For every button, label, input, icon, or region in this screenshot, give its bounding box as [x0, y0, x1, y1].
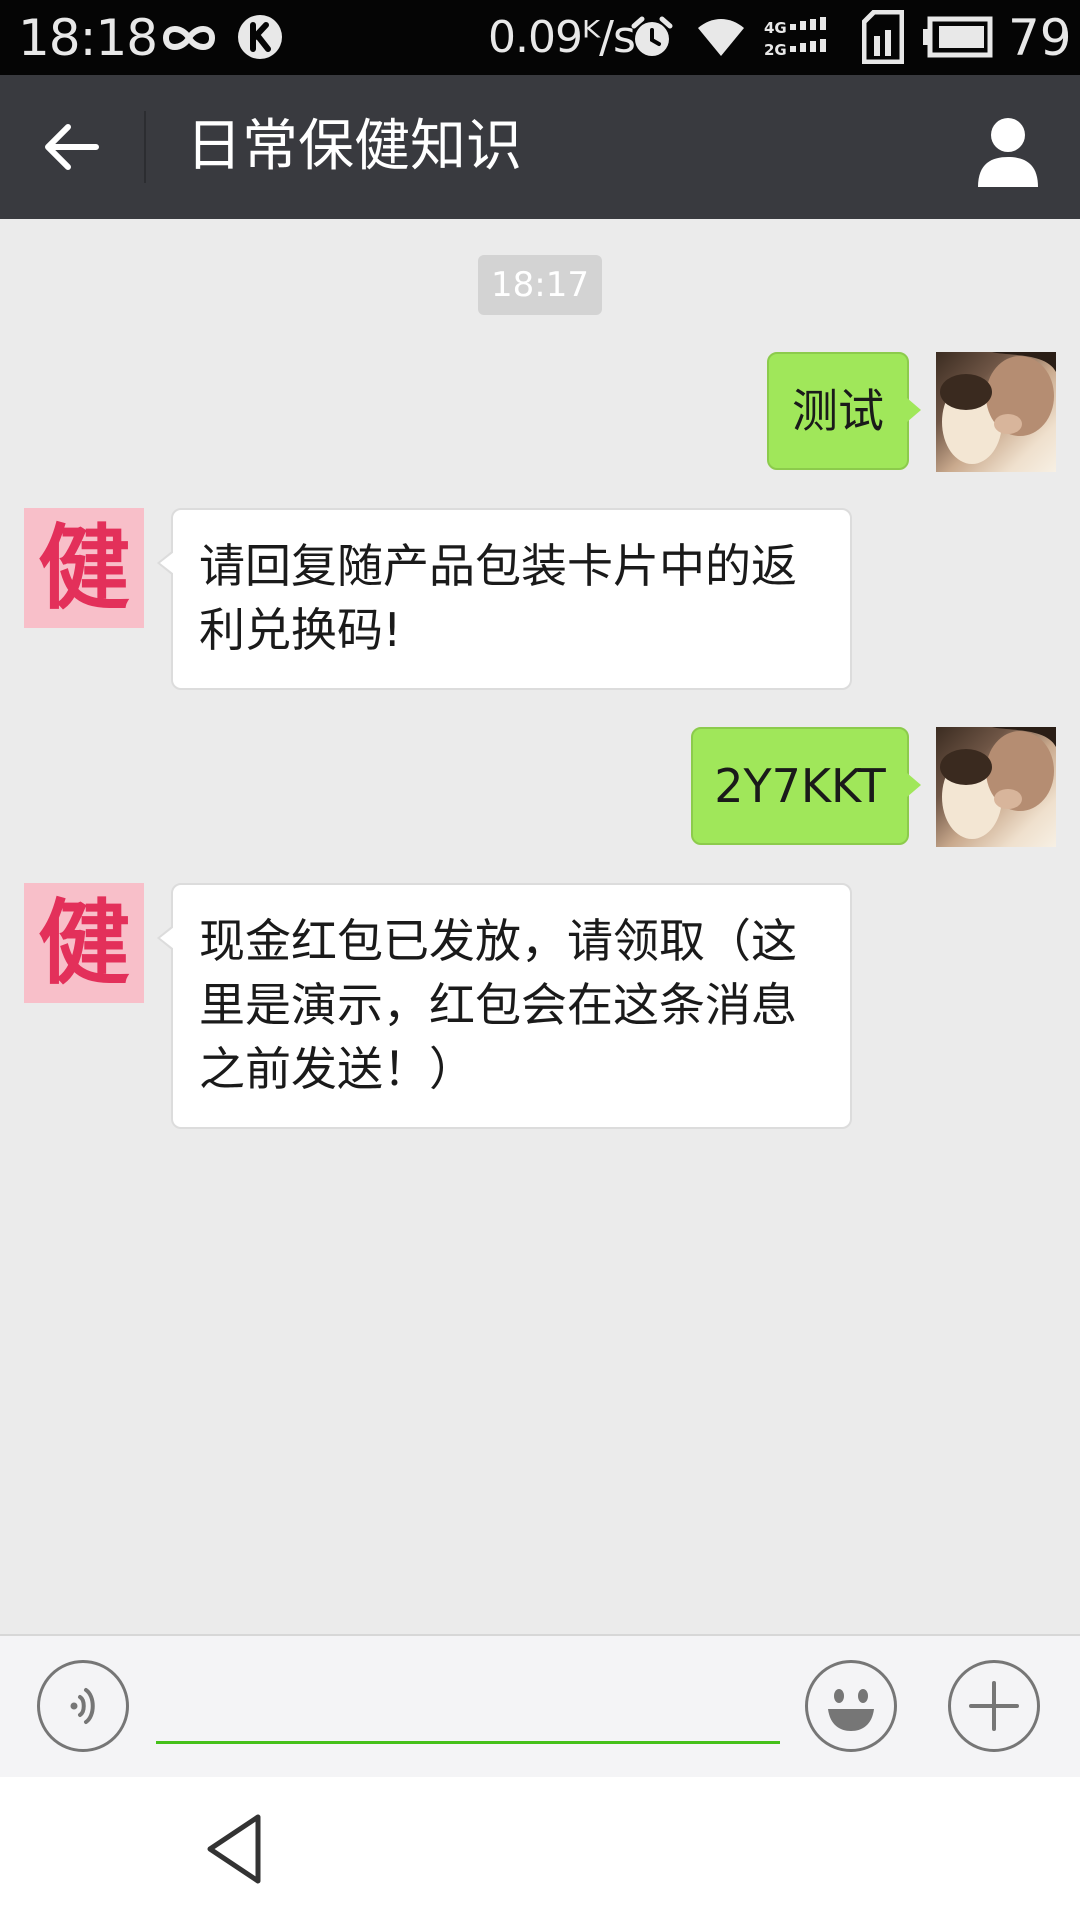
message-input[interactable] [156, 1660, 780, 1744]
message-text: 请回复随产品包装卡片中的返利兑换码! [199, 539, 797, 657]
back-arrow-icon [45, 124, 99, 170]
chat-info-button[interactable] [960, 111, 1056, 191]
avatar-photo [940, 352, 1056, 464]
cellular-4g-2g-icon: 4G 2G [764, 17, 826, 59]
system-navigation-bar [0, 1777, 1080, 1920]
avatar-photo [940, 727, 1056, 839]
contact-avatar[interactable]: 健 [24, 508, 144, 628]
status-bar: 18:18 0.09ᴷ/s 4G 2G 79 [0, 0, 1080, 75]
message-list[interactable]: 18:17 测试 健 请回复随产品包装卡片中的返利兑换码! 2Y7KKT 健 现… [0, 219, 1080, 1634]
chat-header: 日常保健知识 [0, 75, 1080, 219]
nav-back-button[interactable] [196, 1807, 276, 1891]
contact-avatar[interactable]: 健 [24, 883, 144, 1003]
chat-title: 日常保健知识 [186, 114, 522, 179]
incoming-message-bubble[interactable]: 请回复随产品包装卡片中的返利兑换码! [157, 508, 852, 690]
k-badge-icon [238, 15, 282, 59]
message-timestamp: 18:17 [478, 255, 602, 315]
outgoing-message-bubble[interactable]: 2Y7KKT [691, 727, 921, 845]
nav-back-triangle-icon [207, 1814, 261, 1884]
infinity-icon [162, 26, 216, 50]
incoming-message-bubble[interactable]: 现金红包已发放，请领取（这里是演示，红包会在这条消息之前发送！） [157, 883, 852, 1129]
emoji-icon [828, 1689, 874, 1731]
contact-avatar-glyph: 健 [37, 889, 130, 997]
message-composer [0, 1634, 1080, 1777]
contact-avatar-glyph: 健 [37, 514, 130, 622]
svg-text:4G: 4G [764, 19, 787, 37]
my-avatar[interactable] [936, 727, 1056, 847]
person-icon [978, 118, 1038, 187]
status-clock: 18:18 [18, 9, 158, 67]
battery-icon [923, 16, 993, 58]
plus-icon [969, 1681, 1019, 1731]
svg-text:2G: 2G [764, 41, 787, 59]
voice-input-button[interactable] [37, 1660, 129, 1752]
message-text: 测试 [792, 384, 884, 438]
voice-icon [70, 1688, 95, 1724]
message-text: 现金红包已发放，请领取（这里是演示，红包会在这条消息之前发送！） [199, 914, 797, 1096]
message-text: 2Y7KKT [714, 759, 886, 813]
wifi-icon [698, 19, 744, 56]
outgoing-message-bubble[interactable]: 测试 [767, 352, 921, 470]
my-avatar[interactable] [936, 352, 1056, 472]
sim-card-icon [862, 10, 904, 64]
more-options-button[interactable] [948, 1660, 1040, 1752]
back-button[interactable] [24, 107, 120, 187]
header-divider [144, 111, 146, 183]
alarm-clock-icon [631, 16, 673, 56]
network-speed: 0.09ᴷ/s [488, 12, 636, 63]
battery-percentage: 79 [1008, 9, 1072, 67]
emoji-button[interactable] [805, 1660, 897, 1752]
